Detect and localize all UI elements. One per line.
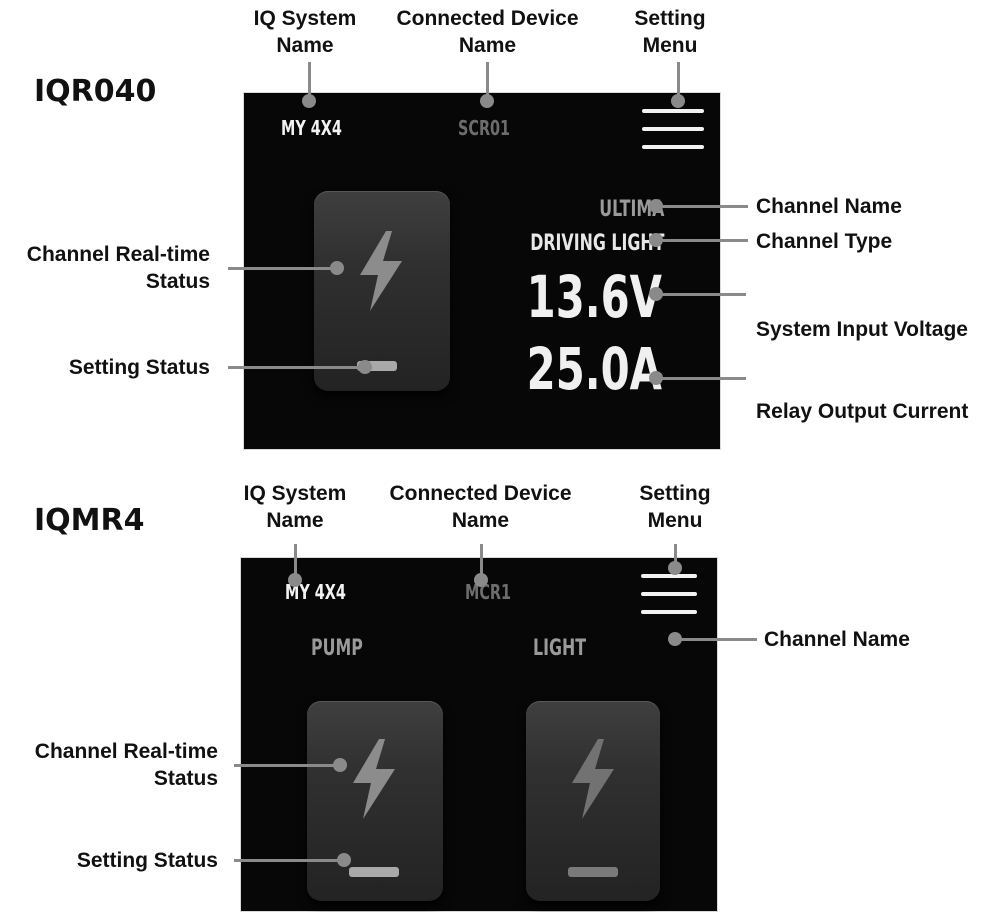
channel-type: DRIVING LIGHT	[529, 231, 664, 256]
status-indicator-icon	[568, 867, 618, 877]
callout-output-current: Relay Output Current	[756, 400, 969, 423]
model-title: IQMR4	[34, 503, 145, 538]
callout-device-name: Connected Device Name	[396, 7, 579, 57]
model-title: IQR040	[34, 74, 157, 109]
channel-name-2: LIGHT	[533, 636, 587, 661]
callout-system-name: IQ System Name	[253, 7, 357, 57]
lightning-bolt-icon	[572, 739, 614, 819]
callout-channel-type: Channel Type	[756, 230, 893, 253]
callout-system-name: IQ System Name	[243, 482, 347, 532]
callout-realtime-status: Channel Real-time Status	[34, 740, 218, 790]
channel-switch-1[interactable]	[307, 701, 443, 901]
callout-realtime-status: Channel Real-time Status	[26, 243, 210, 293]
channel-switch[interactable]	[314, 191, 450, 391]
callout-device-name: Connected Device Name	[389, 482, 572, 532]
callout-setting-menu: Setting Menu	[639, 482, 711, 532]
lightning-bolt-icon	[360, 231, 402, 311]
channel-switch-2[interactable]	[526, 701, 660, 901]
callout-channel-name: Channel Name	[764, 628, 910, 651]
menu-icon[interactable]	[642, 105, 708, 155]
current-readout: 25.0A	[526, 335, 662, 403]
system-name: MY 4X4	[281, 116, 342, 140]
status-indicator-icon	[349, 867, 399, 877]
callout-channel-name: Channel Name	[756, 195, 902, 218]
callout-setting-status: Setting Status	[68, 356, 210, 379]
lightning-bolt-icon	[353, 739, 395, 819]
callout-setting-status: Setting Status	[76, 849, 218, 872]
device-screen: MY 4X4 SCR01 ULTIMA DRIVING LIGHT 13.6V …	[243, 92, 721, 450]
callout-input-voltage: System Input Voltage	[756, 318, 968, 341]
voltage-readout: 13.6V	[526, 263, 662, 331]
device-name: MCR1	[465, 580, 512, 604]
callout-setting-menu: Setting Menu	[634, 7, 706, 57]
device-name: SCR01	[458, 116, 511, 140]
menu-icon[interactable]	[639, 568, 701, 618]
channel-name-1: PUMP	[311, 636, 363, 661]
